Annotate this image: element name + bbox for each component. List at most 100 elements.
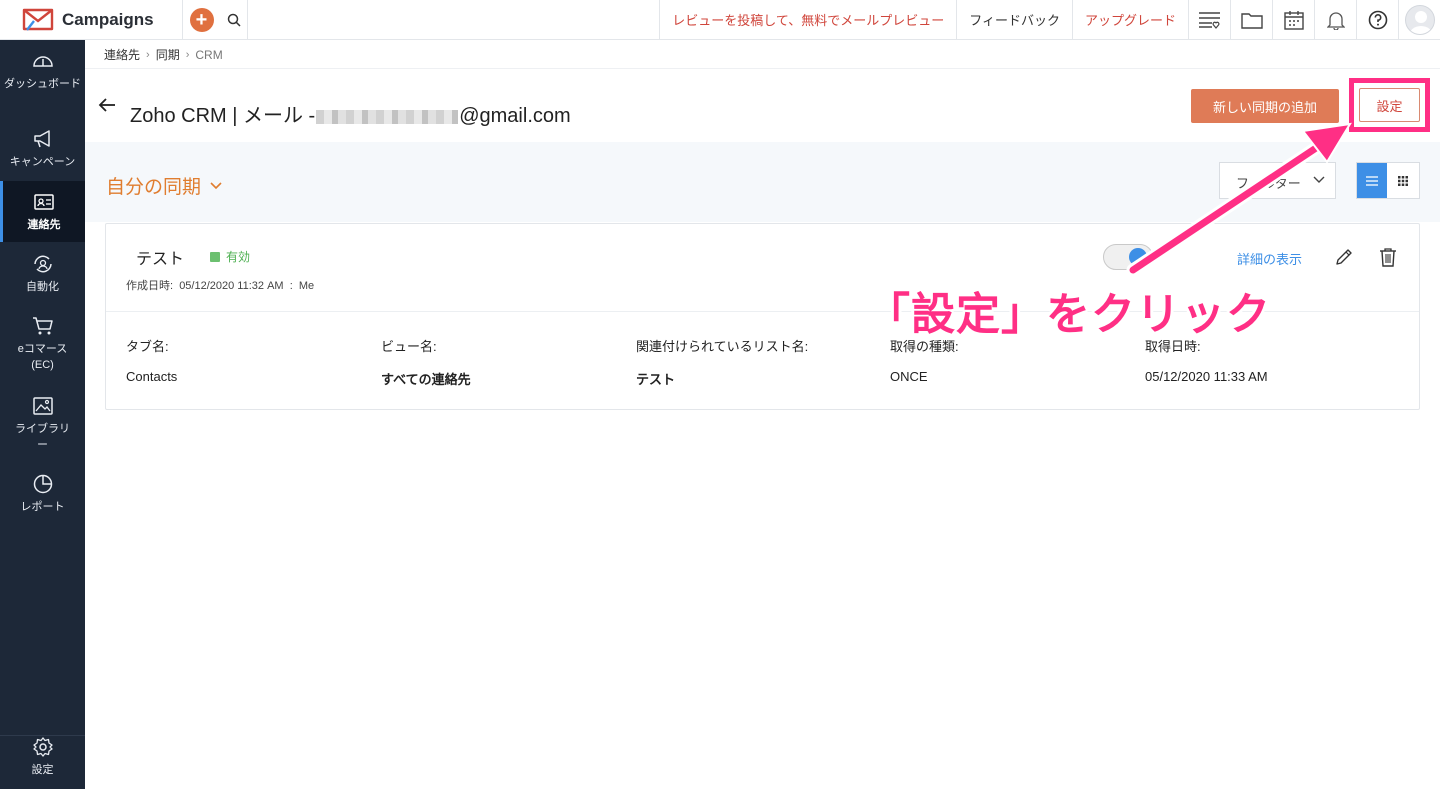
status-text: 有効: [226, 250, 251, 264]
breadcrumb: 連絡先 › 同期 › CRM: [104, 46, 223, 63]
sidebar-item-label: 連絡先: [27, 219, 61, 231]
grid-view-icon: [1398, 175, 1408, 186]
page-title: Zoho CRM | メール - @gmail.com: [130, 99, 571, 128]
page-title-prefix: Zoho CRM | メール -: [130, 105, 316, 127]
chevron-down-icon: [1313, 176, 1325, 183]
help-button[interactable]: [1356, 0, 1398, 40]
view-toggle: [1356, 162, 1420, 199]
page-header: Zoho CRM | メール - @gmail.com 新しい同期の追加 設定: [85, 69, 1440, 142]
app-name: Campaigns: [62, 9, 154, 29]
created-separator: :: [289, 280, 293, 292]
trash-icon[interactable]: [1379, 247, 1397, 267]
content-area: 自分の同期 フィルター テスト 有効 作成日時: 05/12/2020 11:3…: [85, 142, 1440, 789]
folder-icon: [1240, 12, 1263, 29]
sidebar-item-label: レポート: [20, 501, 65, 513]
sync-enable-toggle[interactable]: [1103, 244, 1153, 270]
created-info: 作成日時: 05/12/2020 11:32 AM : Me: [126, 277, 314, 293]
list-view-icon: [1366, 175, 1378, 186]
dashboard-icon: [32, 56, 53, 67]
chevron-down-icon: [210, 181, 222, 189]
detail-fetch-time: 取得日時: 05/12/2020 11:33 AM: [1145, 336, 1268, 384]
profile-button[interactable]: [1398, 0, 1440, 40]
detail-fetch-type: 取得の種類: ONCE: [890, 336, 959, 384]
list-view-button[interactable]: [1357, 163, 1387, 198]
chevron-right-icon: ›: [185, 48, 190, 61]
sidebar-item-label: ダッシュボード: [4, 78, 81, 90]
my-syncs-dropdown[interactable]: 自分の同期: [106, 172, 223, 199]
notifications-button[interactable]: [1314, 0, 1356, 40]
created-by: Me: [298, 280, 315, 292]
created-label: 作成日時:: [126, 280, 174, 292]
sidebar-item-automation[interactable]: 自動化: [0, 253, 85, 303]
filter-label: フィルター: [1236, 176, 1301, 191]
contacts-icon: [34, 194, 54, 210]
plus-icon: +: [189, 7, 214, 32]
detail-value: 05/12/2020 11:33 AM: [1145, 369, 1268, 384]
page-title-suffix: @gmail.com: [459, 105, 571, 127]
campaigns-logo-icon: [22, 8, 54, 31]
megaphone-icon: [33, 130, 50, 148]
sidebar-item-ecommerce[interactable]: eコマース(EC): [0, 315, 85, 379]
top-bar: Campaigns + レビューを投稿して、無料でメールプレビュー フィードバッ…: [0, 0, 1440, 40]
sidebar-item-dashboard[interactable]: ダッシュボード: [0, 50, 85, 120]
automation-icon: [33, 255, 52, 273]
quick-add-button[interactable]: +: [182, 0, 220, 40]
detail-value: すべての連絡先: [381, 372, 471, 387]
breadcrumb-crm: CRM: [195, 47, 223, 62]
calendar-icon: [1283, 10, 1304, 30]
calendar-button[interactable]: [1272, 0, 1314, 40]
help-icon: [1368, 10, 1387, 29]
sidebar-item-campaigns[interactable]: キャンペーン: [0, 128, 85, 178]
cart-icon: [32, 317, 53, 335]
view-details-link[interactable]: 詳細の表示: [1237, 249, 1302, 268]
sidebar-item-reports[interactable]: レポート: [0, 473, 85, 523]
sidebar: ダッシュボード キャンペーン 連絡先 自動化 eコマース(EC) ライブラリー …: [0, 40, 85, 789]
back-arrow-icon[interactable]: [98, 97, 116, 113]
detail-value: テスト: [636, 372, 676, 387]
detail-view-name: ビュー名: すべての連絡先: [381, 336, 471, 388]
detail-key: 関連付けられているリスト名:: [636, 339, 809, 354]
sidebar-item-settings[interactable]: 設定: [0, 735, 85, 780]
upgrade-link[interactable]: アップグレード: [1071, 0, 1188, 40]
list-filter-button[interactable]: [1188, 0, 1230, 40]
folder-button[interactable]: [1230, 0, 1272, 40]
sidebar-item-label: 設定: [31, 764, 54, 776]
sidebar-item-label: 自動化: [26, 281, 59, 293]
avatar: [1404, 4, 1435, 35]
feedback-link[interactable]: フィードバック: [956, 0, 1072, 40]
list-heart-icon: [1198, 11, 1220, 29]
gear-icon: [32, 737, 53, 757]
sidebar-item-label: キャンペーン: [9, 156, 76, 168]
toggle-knob: [1129, 248, 1147, 266]
annotation-text: 「設定」をクリック: [866, 289, 1271, 340]
detail-key: ビュー名:: [381, 339, 437, 354]
created-value: 05/12/2020 11:32 AM: [179, 280, 284, 292]
user-silhouette-icon: [1408, 10, 1433, 34]
sidebar-item-label: ライブラリー: [15, 423, 70, 451]
review-link[interactable]: レビューを投稿して、無料でメールプレビュー: [659, 0, 956, 40]
sidebar-item-label: eコマース(EC): [17, 343, 68, 371]
status-dot-icon: [210, 251, 220, 262]
bell-icon: [1326, 11, 1345, 30]
sidebar-item-library[interactable]: ライブラリー: [0, 395, 85, 459]
pencil-icon[interactable]: [1334, 247, 1354, 267]
add-sync-button[interactable]: 新しい同期の追加: [1191, 89, 1339, 123]
brand[interactable]: Campaigns: [0, 0, 182, 40]
detail-value: ONCE: [890, 369, 928, 384]
detail-value: Contacts: [126, 369, 178, 384]
chevron-right-icon: ›: [146, 48, 150, 61]
breadcrumb-sync[interactable]: 同期: [156, 46, 180, 63]
report-icon: [33, 474, 52, 494]
sidebar-item-contacts[interactable]: 連絡先: [0, 181, 85, 242]
status-badge: 有効: [210, 248, 250, 265]
filter-dropdown[interactable]: フィルター: [1219, 162, 1336, 199]
search-button[interactable]: [220, 0, 248, 40]
breadcrumb-contacts[interactable]: 連絡先: [104, 46, 140, 63]
detail-tab-name: タブ名: Contacts: [126, 336, 177, 384]
section-title: 自分の同期: [106, 177, 202, 198]
detail-key: タブ名:: [126, 339, 169, 354]
grid-view-button[interactable]: [1387, 163, 1419, 198]
sync-name: テスト: [136, 251, 185, 268]
search-icon: [227, 13, 241, 27]
settings-button[interactable]: 設定: [1359, 88, 1420, 122]
